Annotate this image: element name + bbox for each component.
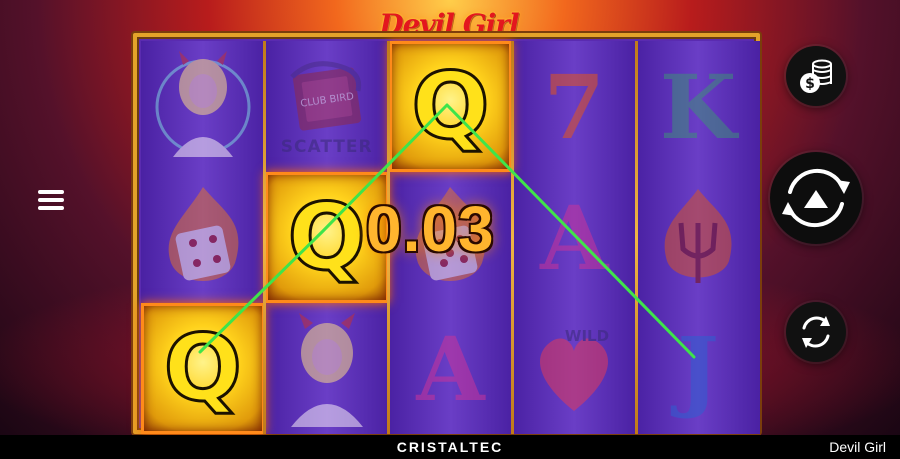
autoplay-icon xyxy=(802,316,830,348)
bet-coins-button[interactable]: $ xyxy=(786,46,846,106)
symbol-q-win: Q xyxy=(141,303,265,434)
girl-icon xyxy=(290,312,363,427)
svg-text:WILD: WILD xyxy=(565,327,609,345)
girl-icon xyxy=(155,50,251,157)
svg-text:$: $ xyxy=(805,76,815,92)
coins-bet-icon: $ xyxy=(800,59,832,93)
hamburger-menu-icon xyxy=(38,190,64,194)
symbol-q-win: Q xyxy=(388,41,513,172)
symbol-wild: WILD xyxy=(512,303,636,434)
flaming-dice-icon xyxy=(168,186,239,281)
footer-bar: CRISTALTEC Devil Girl xyxy=(0,435,900,459)
reel-divider xyxy=(510,41,514,434)
symbol-girl xyxy=(265,303,389,434)
win-amount: 0.03 xyxy=(366,193,495,265)
symbol-girl xyxy=(141,41,265,172)
symbol-a: A xyxy=(540,185,609,290)
reel-divider xyxy=(263,41,267,434)
symbol-trident xyxy=(636,172,760,303)
symbol-scatter: CLUB BIRD SCATTER xyxy=(265,41,389,172)
symbol-a: A xyxy=(416,316,485,421)
brand-label: CRISTALTEC xyxy=(396,439,504,455)
flaming-trident-icon xyxy=(664,188,732,283)
spin-button[interactable] xyxy=(770,152,862,244)
symbol-j: J xyxy=(677,316,719,421)
spin-icon xyxy=(782,168,850,228)
scatter-book-icon: CLUB BIRD xyxy=(289,60,361,131)
symbol-k: K xyxy=(659,54,737,159)
wild-heart-icon: WILD xyxy=(540,327,609,411)
game-name-label: Devil Girl xyxy=(829,439,886,455)
symbol-seven: 7 xyxy=(543,54,605,159)
autoplay-button[interactable] xyxy=(786,302,846,362)
reel-divider xyxy=(634,41,638,434)
menu-button[interactable] xyxy=(34,186,68,220)
symbol-dice xyxy=(141,172,265,303)
